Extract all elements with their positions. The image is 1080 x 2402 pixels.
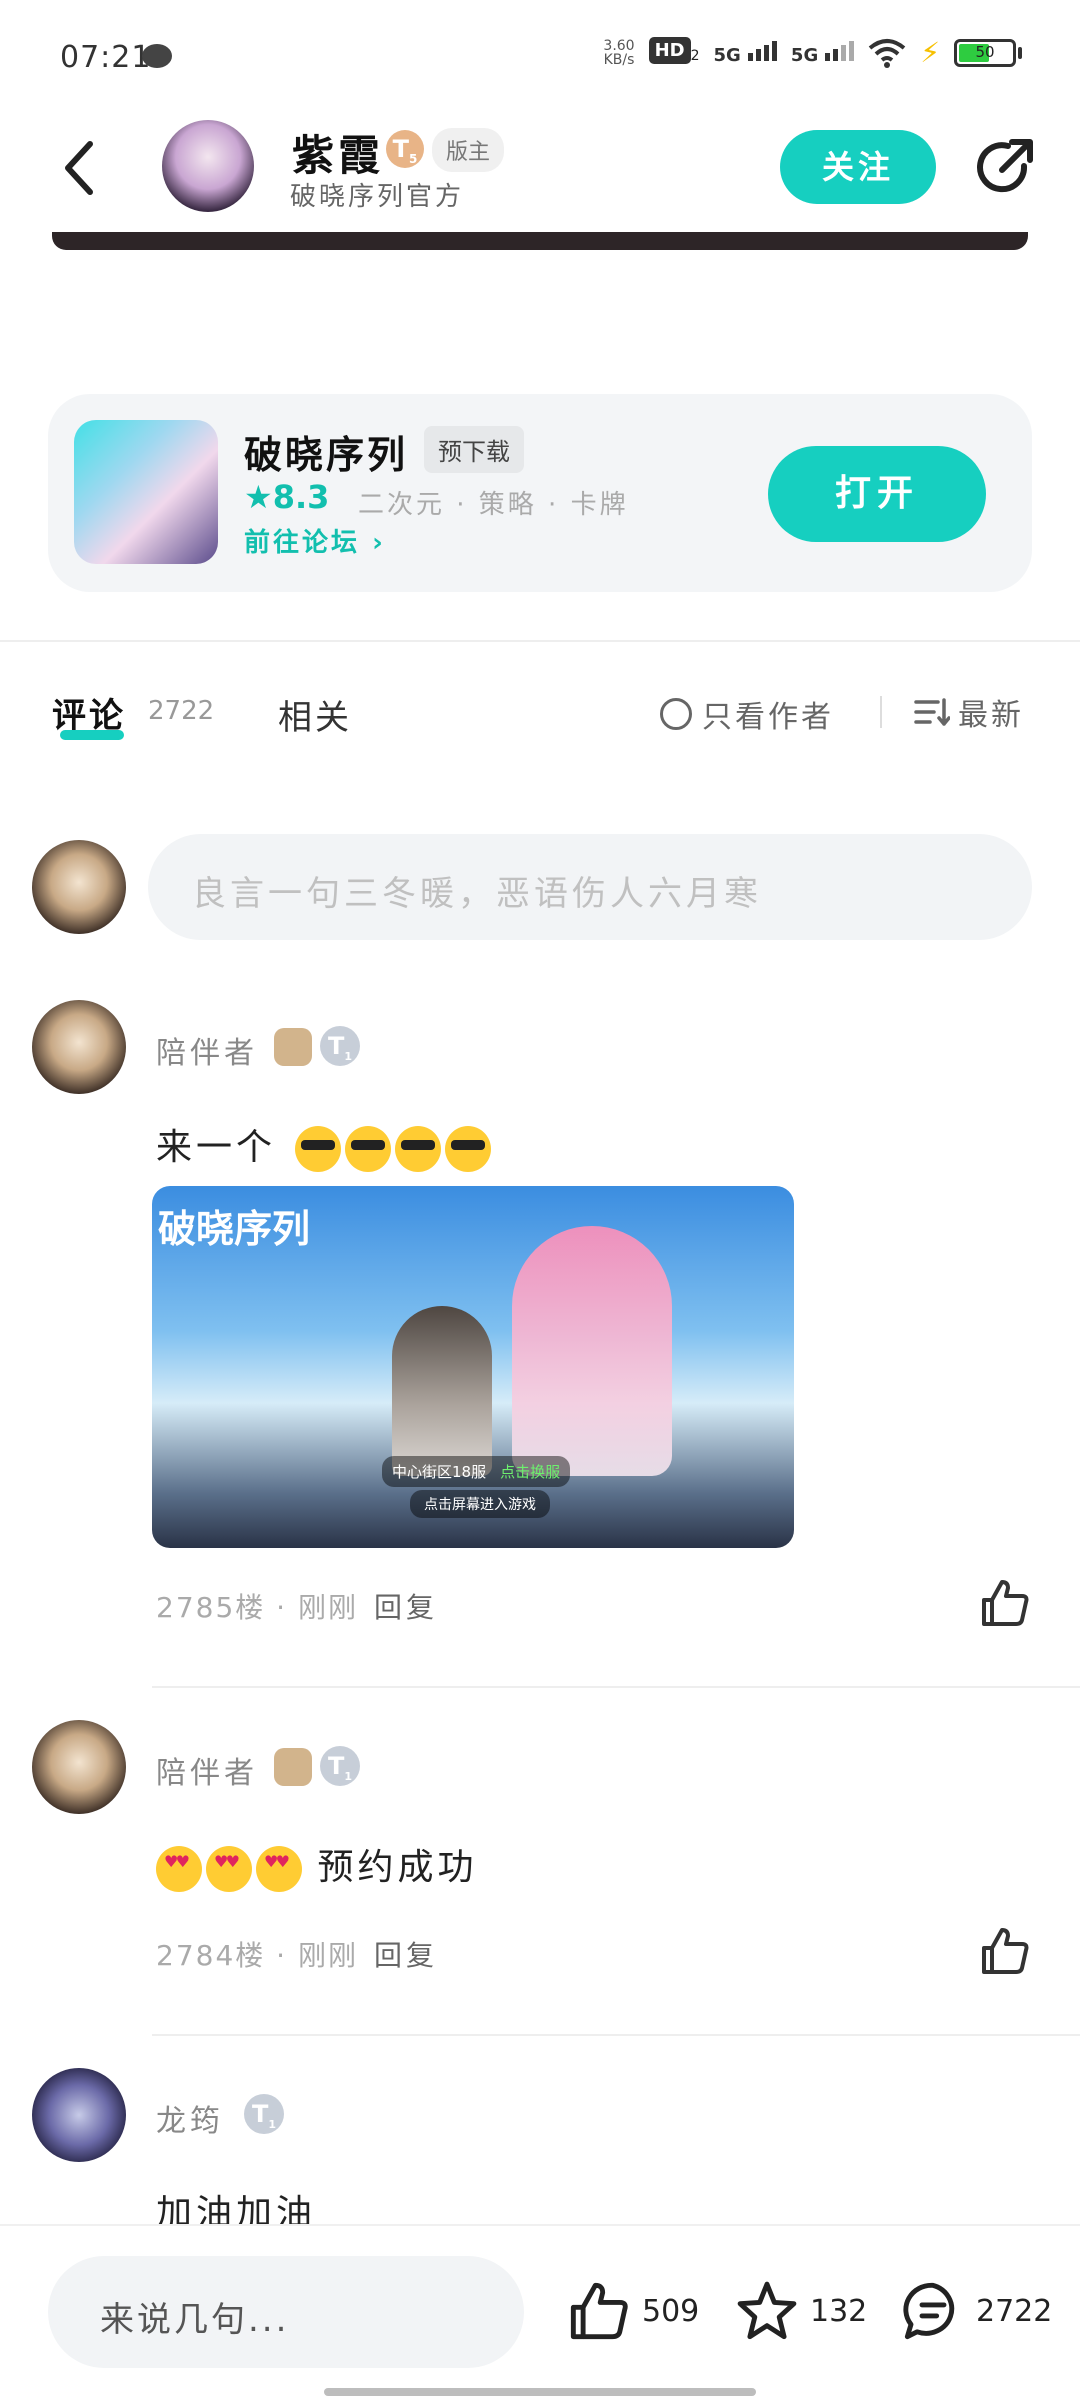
sort-icon <box>914 698 950 726</box>
level-badge: T5 <box>386 130 424 168</box>
comment-text: 预约成功 <box>152 1838 477 1892</box>
share-icon[interactable] <box>972 136 1036 200</box>
love-emoji-icon <box>156 1846 202 1892</box>
medal-badge-icon <box>274 1748 312 1786</box>
game-title: 破晓序列 <box>244 433 409 477</box>
my-avatar <box>32 840 126 934</box>
comment-author[interactable]: 龙筠 <box>156 2096 224 2140</box>
tab-separator <box>880 696 882 728</box>
comment-stat[interactable]: 2722 <box>900 2278 1052 2344</box>
favorite-stat[interactable]: 132 <box>734 2278 867 2344</box>
charging-icon: ⚡ <box>920 36 940 69</box>
comment-input[interactable]: 良言一句三冬暖，恶语伤人六月寒 <box>148 834 1032 940</box>
level-badge: T1 <box>320 1026 360 1066</box>
cool-emoji-icon <box>345 1126 392 1172</box>
comment-avatar[interactable] <box>32 2068 126 2162</box>
follow-button[interactable]: 关注 <box>780 130 936 204</box>
chevron-right-icon: › <box>372 528 386 558</box>
author-subtitle: 破晓序列官方 <box>290 182 465 212</box>
reply-button[interactable]: 回复 <box>374 1939 438 1972</box>
comment-meta: 2785楼 · 刚刚 回复 <box>156 1591 438 1624</box>
like-icon <box>570 2282 628 2340</box>
radio-icon <box>660 698 692 730</box>
comment-bubble-icon <box>903 2282 955 2340</box>
comment-author[interactable]: 陪伴者 <box>156 1748 258 1792</box>
comment-divider <box>152 1686 1080 1688</box>
like-stat[interactable]: 509 <box>566 2278 699 2344</box>
author-only-toggle[interactable]: 只看作者 <box>660 692 834 736</box>
status-icons: 3.60 KB/s HD 2 5G 5G ⚡ 50 <box>603 36 1022 69</box>
open-game-button[interactable]: 打开 <box>768 446 986 542</box>
game-logo: 破晓序列 <box>158 1207 311 1251</box>
forum-link[interactable]: 前往论坛 › <box>244 522 386 559</box>
divider <box>0 640 1080 642</box>
chat-notification-icon <box>142 44 172 68</box>
comment-author[interactable]: 陪伴者 <box>156 1028 258 1072</box>
role-badge: 版主 <box>432 128 505 172</box>
signal-5g-icon-2: 5G <box>791 39 855 66</box>
like-icon[interactable] <box>978 1924 1032 1978</box>
bottom-comment-input[interactable]: 来说几句... <box>48 2256 524 2368</box>
cool-emoji-icon <box>295 1126 342 1172</box>
comment-image[interactable]: 破晓序列 中心街区18服 点击换服 点击屏幕进入游戏 <box>152 1186 794 1548</box>
comment-avatar[interactable] <box>32 1720 126 1814</box>
level-badge: T1 <box>244 2094 284 2134</box>
sort-button[interactable]: 最新 <box>914 690 1024 734</box>
medal-badge-icon <box>274 1028 312 1066</box>
game-icon[interactable] <box>74 420 218 564</box>
signal-5g-icon: 5G <box>714 39 777 66</box>
reply-button[interactable]: 回复 <box>374 1591 438 1624</box>
love-emoji-icon <box>256 1846 302 1892</box>
comment-meta: 2784楼 · 刚刚 回复 <box>156 1939 438 1972</box>
hd-icon: HD 2 <box>648 37 700 65</box>
game-rating: ★8.3 <box>244 478 330 516</box>
status-time: 07:21 <box>60 40 152 75</box>
like-icon[interactable] <box>978 1576 1032 1630</box>
home-indicator[interactable] <box>324 2388 756 2396</box>
pre-download-badge: 预下载 <box>424 426 524 473</box>
enter-game-label: 点击屏幕进入游戏 <box>410 1490 550 1518</box>
star-icon <box>737 2281 797 2340</box>
cool-emoji-icon <box>445 1126 492 1172</box>
cool-emoji-icon <box>395 1126 442 1172</box>
author-name[interactable]: 紫霞 <box>292 122 384 183</box>
comment-avatar[interactable] <box>32 1000 126 1094</box>
tab-active-indicator <box>60 730 124 740</box>
server-label: 中心街区18服 点击换服 <box>382 1456 571 1487</box>
comment-text: 来一个 <box>156 1118 492 1172</box>
network-speed: 3.60 KB/s <box>603 37 635 68</box>
tab-related[interactable]: 相关 <box>278 690 352 739</box>
love-emoji-icon <box>206 1846 252 1892</box>
game-tags: 二次元 · 策略 · 卡牌 <box>358 490 629 520</box>
level-badge: T1 <box>320 1746 360 1786</box>
comment-divider <box>152 2034 1080 2036</box>
back-button[interactable] <box>56 138 106 198</box>
comments-count: 2722 <box>148 696 215 726</box>
wifi-icon <box>869 38 906 68</box>
star-icon: ★ <box>244 478 273 516</box>
author-avatar[interactable] <box>162 120 254 212</box>
post-cover-strip <box>52 232 1028 250</box>
battery-icon: 50 <box>954 38 1016 67</box>
